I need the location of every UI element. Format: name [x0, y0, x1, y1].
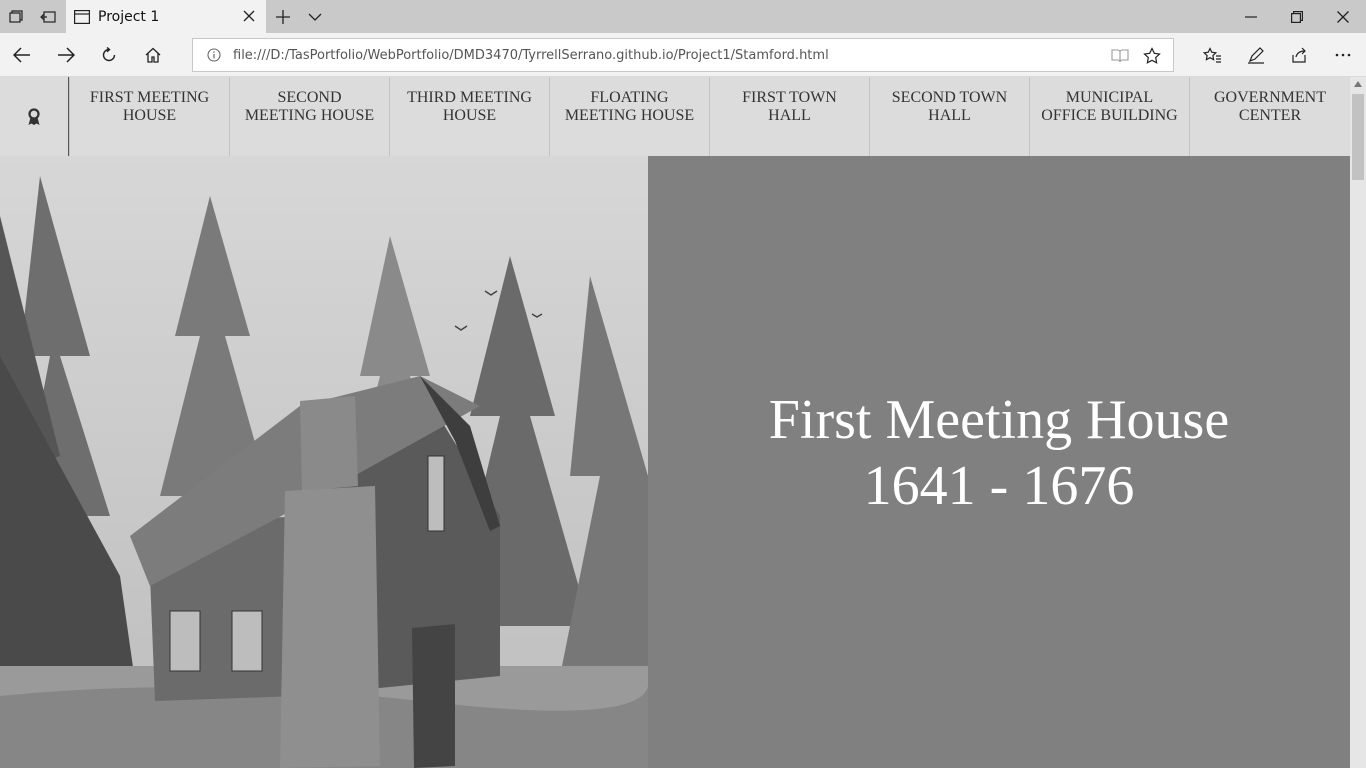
tab-strip: Project 1	[0, 0, 1366, 33]
set-tabs-aside-icon[interactable]	[32, 0, 64, 33]
minimize-icon[interactable]	[1228, 0, 1274, 33]
close-tab-icon[interactable]	[240, 7, 258, 25]
page-icon	[74, 9, 90, 24]
refresh-icon[interactable]	[92, 38, 126, 72]
url-text: file:///D:/TasPortfolio/WebPortfolio/DMD…	[233, 47, 829, 63]
active-tab[interactable]: Project 1	[66, 0, 266, 33]
nav-label-line2: OFFICE BUILDING	[1041, 107, 1178, 124]
nav-label-line1: SECOND TOWN	[891, 89, 1008, 106]
address-bar[interactable]: file:///D:/TasPortfolio/WebPortfolio/DMD…	[192, 38, 1174, 72]
hero-title: First Meeting House	[768, 389, 1230, 451]
nav-label-line1: SECOND	[277, 89, 342, 106]
web-page: FIRST MEETING HOUSE SECOND MEETING HOUSE…	[0, 77, 1350, 768]
share-icon[interactable]	[1282, 38, 1316, 72]
nav-label-line2: MEETING HOUSE	[564, 107, 695, 124]
site-nav: FIRST MEETING HOUSE SECOND MEETING HOUSE…	[0, 77, 1350, 156]
nav-floating-meeting-house[interactable]: FLOATING MEETING HOUSE	[549, 77, 709, 156]
browser-toolbar: file:///D:/TasPortfolio/WebPortfolio/DMD…	[0, 33, 1366, 77]
tab-title: Project 1	[98, 8, 160, 25]
tab-actions-icon[interactable]	[0, 0, 32, 33]
nav-first-town-hall[interactable]: FIRST TOWN HALL	[709, 77, 869, 156]
nav-second-town-hall[interactable]: SECOND TOWN HALL	[869, 77, 1029, 156]
page-scrollbar[interactable]	[1350, 77, 1366, 768]
ribbon-icon[interactable]	[0, 77, 69, 156]
more-icon[interactable]	[1326, 38, 1360, 72]
new-tab-icon[interactable]	[270, 4, 296, 30]
pen-icon[interactable]	[1239, 38, 1273, 72]
nav-label-line1: FLOATING	[590, 89, 669, 106]
nav-municipal-office-building[interactable]: MUNICIPAL OFFICE BUILDING	[1029, 77, 1189, 156]
hero-years: 1641 - 1676	[863, 455, 1135, 517]
chevron-down-icon[interactable]	[302, 4, 328, 30]
nav-government-center[interactable]: GOVERNMENT CENTER	[1189, 77, 1350, 156]
favorites-icon[interactable]	[1195, 38, 1229, 72]
restore-icon[interactable]	[1274, 0, 1320, 33]
hero-heading: First Meeting House 1641 - 1676	[648, 156, 1350, 768]
nav-label-line1: FIRST MEETING	[89, 89, 210, 106]
scrollbar-thumb[interactable]	[1352, 94, 1364, 180]
nav-label-line2: HALL	[928, 107, 971, 124]
meeting-house-illustration	[0, 156, 648, 768]
nav-label-line2: HOUSE	[122, 107, 177, 124]
reading-view-icon[interactable]	[1109, 45, 1131, 67]
nav-first-meeting-house[interactable]: FIRST MEETING HOUSE	[69, 77, 229, 156]
close-window-icon[interactable]	[1320, 0, 1366, 33]
scroll-up-icon[interactable]	[1354, 81, 1362, 87]
nav-label-line1: MUNICIPAL	[1065, 89, 1154, 106]
nav-third-meeting-house[interactable]: THIRD MEETING HOUSE	[389, 77, 549, 156]
nav-label-line2: MEETING HOUSE	[244, 107, 375, 124]
nav-label-line1: GOVERNMENT	[1214, 89, 1326, 106]
back-icon[interactable]	[5, 38, 39, 72]
forward-icon[interactable]	[49, 38, 83, 72]
nav-label-line2: HOUSE	[442, 107, 497, 124]
nav-label-line1: FIRST TOWN	[742, 89, 837, 106]
home-icon[interactable]	[136, 38, 170, 72]
favorite-star-icon[interactable]	[1141, 45, 1163, 67]
nav-label-line2: HALL	[768, 107, 811, 124]
nav-second-meeting-house[interactable]: SECOND MEETING HOUSE	[229, 77, 389, 156]
nav-label-line2: CENTER	[1238, 107, 1302, 124]
nav-label-line1: THIRD MEETING	[407, 89, 532, 106]
info-icon[interactable]	[207, 48, 221, 62]
